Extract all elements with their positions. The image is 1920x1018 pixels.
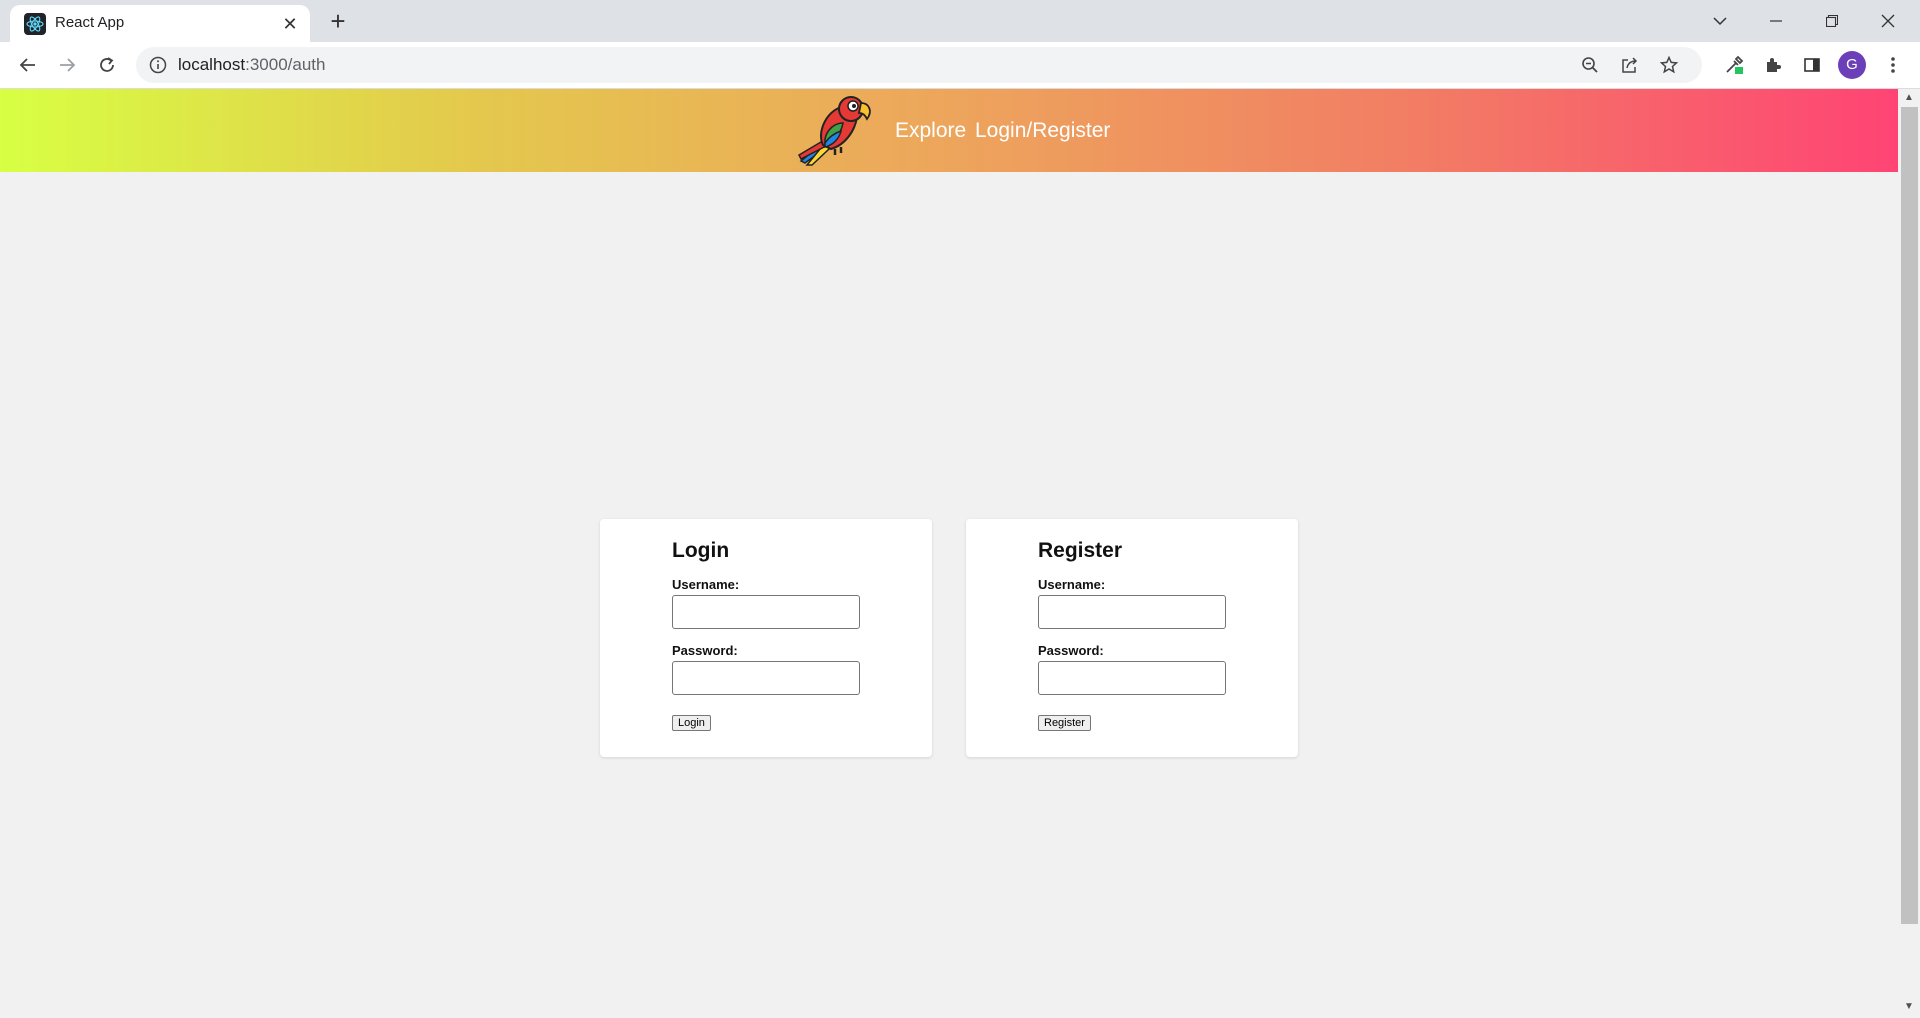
minimize-button[interactable] [1754,6,1798,36]
tab-strip: React App ✕ + [0,0,1920,42]
register-button[interactable]: Register [1038,715,1091,731]
app-header: Explore Login/Register [0,89,1898,172]
login-card: Login Username: Password: Login [600,519,932,757]
share-icon [1622,57,1638,73]
register-card: Register Username: Password: Register [966,519,1298,757]
parrot-icon[interactable] [795,89,875,169]
restore-button[interactable] [1810,6,1854,36]
login-username-label: Username: [672,577,740,592]
back-button[interactable] [12,49,44,81]
chevron-down-icon [1713,17,1727,26]
page-viewport: Explore Login/Register Login Username: P… [0,89,1898,1018]
address-bar[interactable]: localhost:3000/auth [136,47,1702,83]
login-username-input[interactable] [672,595,860,629]
new-tab-button[interactable]: + [324,8,352,36]
login-password-input[interactable] [672,661,860,695]
page-scrollbar[interactable]: ▲ ▼ [1898,89,1920,1018]
extensions-menu-button[interactable] [1757,49,1789,81]
tab-search-button[interactable] [1698,6,1742,36]
eyedropper-extension-icon [1726,55,1744,74]
register-username-input[interactable] [1038,595,1226,629]
react-icon [24,13,46,35]
register-username-label: Username: [1038,577,1106,592]
zoom-out-icon [1582,57,1598,73]
info-icon[interactable] [148,55,168,75]
side-panel-icon [1804,58,1820,72]
zoom-button[interactable] [1574,49,1606,81]
tab-title: React App [55,14,125,31]
restore-icon [1826,15,1838,27]
close-icon [1881,14,1895,28]
profile-avatar[interactable]: G [1838,51,1866,79]
browser-tab[interactable]: React App ✕ [10,5,310,42]
browser-menu-button[interactable] [1877,49,1909,81]
reload-icon [100,57,114,72]
register-password-input[interactable] [1038,661,1226,695]
close-tab-icon[interactable]: ✕ [278,12,302,36]
kebab-menu-icon [1891,57,1895,73]
scroll-up-arrow-icon[interactable]: ▲ [1902,91,1916,105]
nav-link-login-register[interactable]: Login/Register [975,119,1110,143]
side-panel-button[interactable] [1796,49,1828,81]
url-text: localhost:3000/auth [178,55,326,74]
star-icon [1660,56,1678,74]
login-title: Login [672,539,730,562]
scroll-down-arrow-icon[interactable]: ▼ [1902,1000,1916,1014]
extension-button[interactable] [1718,49,1750,81]
arrow-right-icon [60,58,76,72]
register-password-label: Password: [1038,643,1104,658]
minimize-icon [1770,20,1782,22]
scrollbar-thumb[interactable] [1901,107,1918,924]
arrow-left-icon [19,58,35,72]
register-title: Register [1038,539,1123,562]
browser-toolbar: localhost:3000/auth G [0,42,1920,89]
bookmark-button[interactable] [1653,49,1685,81]
nav-link-explore[interactable]: Explore [895,119,966,143]
login-button[interactable]: Login [672,715,711,731]
close-window-button[interactable] [1866,6,1910,36]
share-button[interactable] [1614,49,1646,81]
forward-button[interactable] [51,49,83,81]
puzzle-icon [1767,58,1781,72]
reload-button[interactable] [91,49,123,81]
login-password-label: Password: [672,643,738,658]
